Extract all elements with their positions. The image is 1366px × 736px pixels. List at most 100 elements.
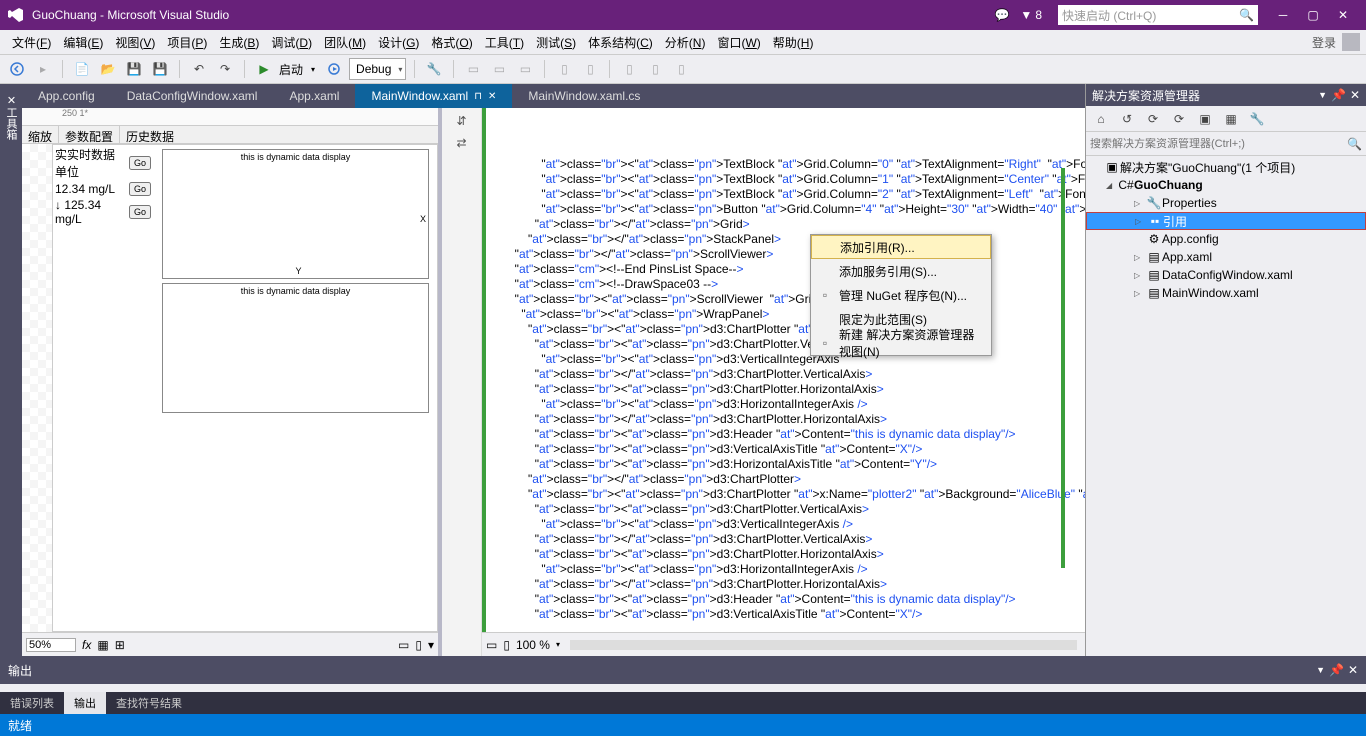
snap-icon[interactable]: ⊞: [115, 638, 125, 652]
start-debug-button[interactable]: ▶: [253, 58, 275, 80]
properties-icon[interactable]: 🔧: [1246, 108, 1268, 130]
menu-设计(G)[interactable]: 设计(G): [372, 34, 425, 52]
layout2-button[interactable]: ▯: [579, 58, 601, 80]
outline-icon[interactable]: ▭: [486, 638, 497, 652]
collapse-all-icon[interactable]: ▣: [1194, 108, 1216, 130]
designer-zoom-input[interactable]: [26, 638, 76, 652]
grid-icon[interactable]: ▦: [97, 638, 108, 652]
menu-编辑(E)[interactable]: 编辑(E): [57, 34, 109, 52]
tree-item[interactable]: ▷▤App.xaml: [1086, 248, 1366, 266]
bottom-tab-查找符号结果[interactable]: 查找符号结果: [106, 692, 192, 714]
designer-tab-hist[interactable]: 历史数据: [120, 126, 180, 143]
panel-dropdown-icon[interactable]: ▼: [1318, 90, 1327, 100]
minimize-button[interactable]: ─: [1268, 0, 1298, 30]
quick-launch-input[interactable]: 快速启动 (Ctrl+Q) 🔍: [1058, 5, 1258, 25]
menu-视图(V)[interactable]: 视图(V): [109, 34, 161, 52]
fx-icon[interactable]: fx: [82, 638, 91, 652]
menu-生成(B)[interactable]: 生成(B): [213, 34, 265, 52]
tab-MainWindow.xaml.cs[interactable]: MainWindow.xaml.cs: [512, 84, 656, 108]
output-pin-icon[interactable]: 📌: [1329, 663, 1344, 677]
home-icon[interactable]: ⌂: [1090, 108, 1112, 130]
close-button[interactable]: ✕: [1328, 0, 1358, 30]
tab-close-icon[interactable]: ✕: [488, 91, 496, 102]
collapse-icon[interactable]: ▾: [428, 638, 434, 652]
tree-item[interactable]: ▷🔧Properties: [1086, 194, 1366, 212]
redo-button[interactable]: ↷: [214, 58, 236, 80]
align-center-button[interactable]: ▭: [488, 58, 510, 80]
open-file-button[interactable]: 📂: [97, 58, 119, 80]
menu-测试(S)[interactable]: 测试(S): [530, 34, 582, 52]
back-icon[interactable]: ↺: [1116, 108, 1138, 130]
config-combo[interactable]: Debug: [349, 58, 406, 80]
refresh-icon[interactable]: ⟳: [1168, 108, 1190, 130]
tree-item[interactable]: ⚙App.config: [1086, 230, 1366, 248]
sync-solution-icon[interactable]: ⟳: [1142, 108, 1164, 130]
designer-tab-param[interactable]: 参数配置: [59, 126, 120, 143]
feedback-icon[interactable]: 💬: [994, 7, 1010, 23]
show-all-icon[interactable]: ▦: [1220, 108, 1242, 130]
solution-search-input[interactable]: [1090, 138, 1347, 150]
menu-团队(M)[interactable]: 团队(M): [318, 34, 372, 52]
swap-icon[interactable]: ⇵: [456, 114, 466, 128]
tree-item[interactable]: ▷▤DataConfigWindow.xaml: [1086, 266, 1366, 284]
menu-文件(F)[interactable]: 文件(F): [6, 34, 57, 52]
undo-button[interactable]: ↶: [188, 58, 210, 80]
save-all-button[interactable]: 💾: [149, 58, 171, 80]
designer-tab-zoom[interactable]: 缩放: [22, 126, 59, 143]
layout1-button[interactable]: ▯: [553, 58, 575, 80]
outline2-icon[interactable]: ▯: [503, 638, 510, 652]
split-h-icon[interactable]: ▭: [398, 638, 409, 652]
tree-item[interactable]: ▣解决方案"GuoChuang"(1 个项目): [1086, 158, 1366, 176]
output-close-icon[interactable]: ✕: [1348, 663, 1358, 677]
new-project-button[interactable]: 📄: [71, 58, 93, 80]
nav-fwd-button[interactable]: ▸: [32, 58, 54, 80]
align-left-button[interactable]: ▭: [462, 58, 484, 80]
search-icon[interactable]: 🔍: [1347, 137, 1362, 151]
code-zoom[interactable]: 100 %: [516, 638, 550, 652]
menu-调试(D)[interactable]: 调试(D): [265, 34, 318, 52]
user-icon[interactable]: [1342, 33, 1360, 51]
tab-App.xaml[interactable]: App.xaml: [273, 84, 355, 108]
align-right-button[interactable]: ▭: [514, 58, 536, 80]
notifications-icon[interactable]: ▼: [1018, 7, 1034, 23]
ctx-item[interactable]: 添加服务引用(S)...: [811, 259, 991, 283]
tree-item[interactable]: ▷▪▪引用: [1086, 212, 1366, 230]
nav-back-button[interactable]: [6, 58, 28, 80]
tree-item[interactable]: ◢C#GuoChuang: [1086, 176, 1366, 194]
ctx-item[interactable]: 添加引用(R)...: [811, 235, 991, 259]
layout5-button[interactable]: ▯: [670, 58, 692, 80]
toolbox-button[interactable]: 🔧: [423, 58, 445, 80]
side-toolbox-tab[interactable]: ✕工具箱: [0, 84, 22, 656]
ctx-item[interactable]: ▫管理 NuGet 程序包(N)...: [811, 283, 991, 307]
menu-帮助(H)[interactable]: 帮助(H): [767, 34, 820, 52]
go-button[interactable]: Go: [129, 182, 151, 196]
h-scrollbar[interactable]: [570, 640, 1077, 650]
tab-DataConfigWindow.xaml[interactable]: DataConfigWindow.xaml: [111, 84, 274, 108]
tab-MainWindow.xaml[interactable]: MainWindow.xaml⊓✕: [355, 84, 512, 108]
menu-窗口(W)[interactable]: 窗口(W): [711, 34, 766, 52]
menu-分析(N)[interactable]: 分析(N): [659, 34, 712, 52]
split-v-icon[interactable]: ▯: [415, 638, 422, 652]
debug-target-button[interactable]: [323, 58, 345, 80]
save-button[interactable]: 💾: [123, 58, 145, 80]
tab-pin-icon[interactable]: ⊓: [474, 91, 482, 102]
go-button[interactable]: Go: [129, 205, 151, 219]
sync-icon[interactable]: ⇄: [456, 136, 466, 150]
panel-close-icon[interactable]: ✕: [1350, 88, 1360, 102]
menu-工具(T)[interactable]: 工具(T): [479, 34, 530, 52]
pin-icon[interactable]: 📌: [1331, 88, 1346, 102]
login-link[interactable]: 登录: [1312, 34, 1336, 51]
menu-体系结构(C)[interactable]: 体系结构(C): [582, 34, 659, 52]
ctx-item[interactable]: ▫新建 解决方案资源管理器 视图(N): [811, 331, 991, 355]
layout4-button[interactable]: ▯: [644, 58, 666, 80]
bottom-tab-输出[interactable]: 输出: [64, 692, 106, 714]
bottom-tab-错误列表[interactable]: 错误列表: [0, 692, 64, 714]
tree-item[interactable]: ▷▤MainWindow.xaml: [1086, 284, 1366, 302]
menu-格式(O)[interactable]: 格式(O): [425, 34, 478, 52]
go-button[interactable]: Go: [129, 156, 151, 170]
layout3-button[interactable]: ▯: [618, 58, 640, 80]
tab-App.config[interactable]: App.config: [22, 84, 111, 108]
code-editor[interactable]: "at">class="br"><"at">class="pn">TextBlo…: [482, 108, 1085, 632]
output-dropdown-icon[interactable]: ▼: [1316, 665, 1325, 675]
menu-项目(P)[interactable]: 项目(P): [161, 34, 213, 52]
